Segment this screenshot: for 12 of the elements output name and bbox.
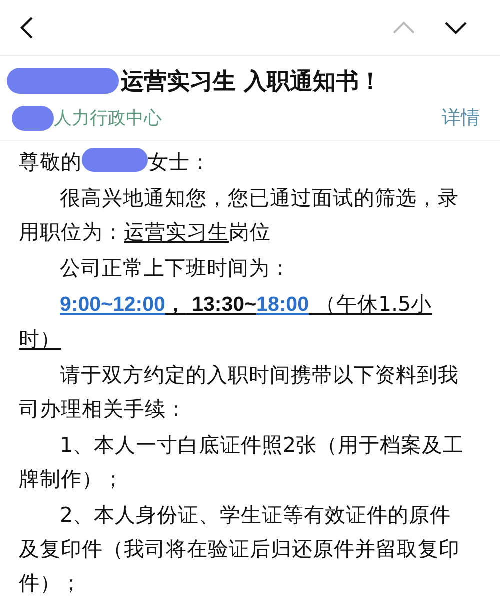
- body-paragraph: 请于双方约定的入职时间携带以下资料到我司办理相关手续：: [19, 362, 460, 423]
- email-subject: 运营实习生 入职通知书！: [121, 68, 382, 96]
- back-icon[interactable]: [20, 16, 34, 40]
- chevron-down-icon[interactable]: [444, 20, 468, 34]
- body-paragraph: 1、本人一寸白底证件照2张（用于档案及工牌制作）；: [19, 432, 466, 493]
- body-paragraph: 9:00~12:00， 13:30~18:00 （午休1.5小时）: [19, 291, 434, 353]
- sender-name[interactable]: 人力行政中心: [54, 106, 162, 130]
- body-paragraph: 很高兴地通知您，您已通过面试的筛选，录用职位为：运营实习生岗位: [19, 185, 460, 246]
- body-paragraph: 公司正常上下班时间为：: [59, 255, 292, 282]
- body-paragraph: 尊敬的 女士：: [19, 147, 212, 176]
- details-link[interactable]: 详情: [442, 105, 480, 131]
- body-paragraph: 2、本人身份证、学生证等有效证件的原件及复印件（我司将在验证后归还原件并留取复印件）；: [19, 502, 461, 597]
